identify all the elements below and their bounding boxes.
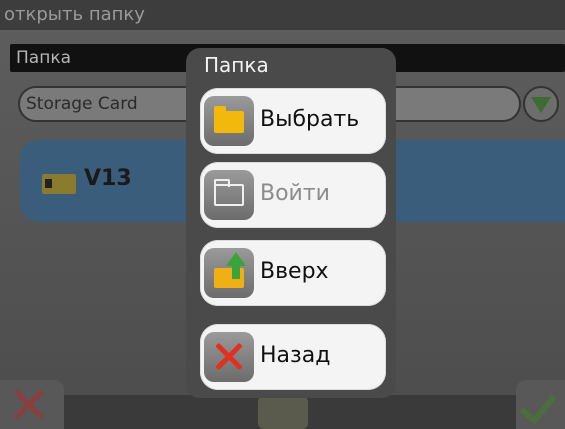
folder-open-icon [204,170,254,220]
confirm-button[interactable] [516,380,565,429]
menu-item-select[interactable]: Выбрать [200,88,386,154]
folder-icon [204,96,254,146]
folder-up-toolbar-button[interactable] [258,396,308,429]
menu-item-label: Выбрать [260,107,360,132]
folder-context-menu: Папка Выбрать Войти Вверх Назад [186,48,396,398]
menu-item-label: Вверх [260,259,329,284]
window-title: открыть папку [0,0,565,30]
dropdown-button[interactable] [523,86,559,122]
folder-up-icon [204,248,254,298]
menu-item-back[interactable]: Назад [200,324,386,390]
menu-item-enter[interactable]: Войти [200,162,386,228]
menu-title: Папка [204,53,269,77]
cancel-button[interactable] [0,380,64,429]
sd-card-icon [42,174,76,194]
menu-item-label: Назад [260,343,331,368]
menu-item-label: Войти [260,181,330,206]
menu-item-up[interactable]: Вверх [200,240,386,306]
screen: открыть папку Папка Storage Card V13 Пап… [0,0,565,429]
chevron-down-icon [531,97,551,113]
close-icon [204,332,254,382]
checkmark-icon [519,385,557,425]
folder-name: V13 [84,166,132,191]
